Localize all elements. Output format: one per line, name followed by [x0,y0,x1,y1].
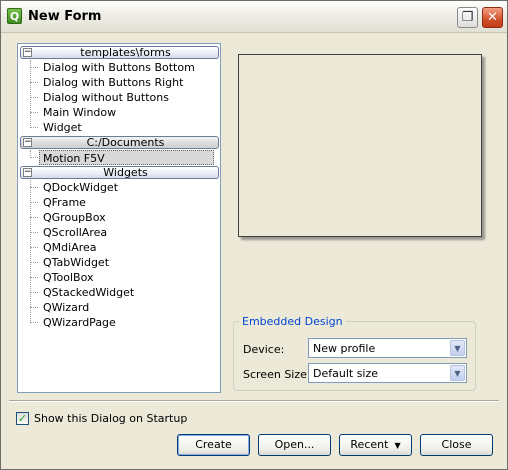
tree-category-templates-forms[interactable]: − templates\forms [20,46,219,59]
close-button-label: Close [441,438,472,451]
tree-item-selected[interactable]: Motion F5V [39,150,214,165]
tree-item[interactable]: Dialog with Buttons Right [40,75,186,90]
collapse-icon[interactable]: − [23,48,32,57]
startup-checkbox-label[interactable]: Show this Dialog on Startup [34,412,187,425]
collapse-icon[interactable]: − [23,138,32,147]
close-window-button[interactable]: ✕ [482,7,503,28]
category-label: Widgets [103,166,148,179]
restore-button[interactable]: ❐ [457,7,478,28]
tree-item[interactable]: QTabWidget [40,255,112,270]
tree-item[interactable]: QToolBox [40,270,96,285]
qt-designer-icon: Q [7,8,22,24]
tree-item[interactable]: QWizardPage [40,315,119,330]
device-label: Device: [243,343,285,356]
tree-item[interactable]: Main Window [40,105,119,120]
tree-item[interactable]: QGroupBox [40,210,109,225]
new-form-dialog: Q New Form ❐ ✕ − templates\forms Dialog … [0,0,508,470]
device-select[interactable]: New profile ▼ [308,338,467,358]
close-button[interactable]: Close [420,434,493,456]
form-preview [238,54,482,237]
create-button[interactable]: Create [177,434,250,456]
device-value: New profile [313,342,376,355]
screen-size-label: Screen Size: [243,368,311,381]
collapse-icon[interactable]: − [23,168,32,177]
tree-item[interactable]: QScrollArea [40,225,110,240]
startup-checkbox[interactable]: ✓ [16,412,29,425]
open-button-label: Open... [274,438,315,451]
group-title: Embedded Design [239,315,346,328]
screen-size-select[interactable]: Default size ▼ [308,363,467,383]
tree-item[interactable]: QWizard [40,300,92,315]
tree-item[interactable]: Dialog without Buttons [40,90,172,105]
tree-item[interactable]: QMdiArea [40,240,100,255]
create-button-label: Create [195,438,232,451]
title-bar[interactable]: Q New Form ❐ ✕ [1,1,507,33]
separator [9,400,499,402]
tree-item[interactable]: Widget [40,120,85,135]
tree-category-widgets[interactable]: − Widgets [20,166,219,179]
chevron-down-icon[interactable]: ▼ [450,365,465,381]
tree-item[interactable]: QFrame [40,195,89,210]
recent-button-label: Recent [350,438,389,451]
window-title: New Form [28,9,102,24]
chevron-down-icon[interactable]: ▼ [450,340,465,356]
screen-size-value: Default size [313,367,379,380]
recent-button[interactable]: Recent ▼ [339,434,412,456]
tree-item[interactable]: Dialog with Buttons Bottom [40,60,198,75]
template-tree[interactable]: − templates\forms Dialog with Buttons Bo… [17,43,221,393]
tree-category-user-templates[interactable]: − C:/Documents and...signer/templates [20,136,219,162]
tree-item[interactable]: QStackedWidget [40,285,137,300]
open-button[interactable]: Open... [258,434,331,456]
category-label: templates\forms [80,46,171,59]
tree-item[interactable]: QDockWidget [40,180,121,195]
dropdown-arrow-icon: ▼ [394,441,401,450]
